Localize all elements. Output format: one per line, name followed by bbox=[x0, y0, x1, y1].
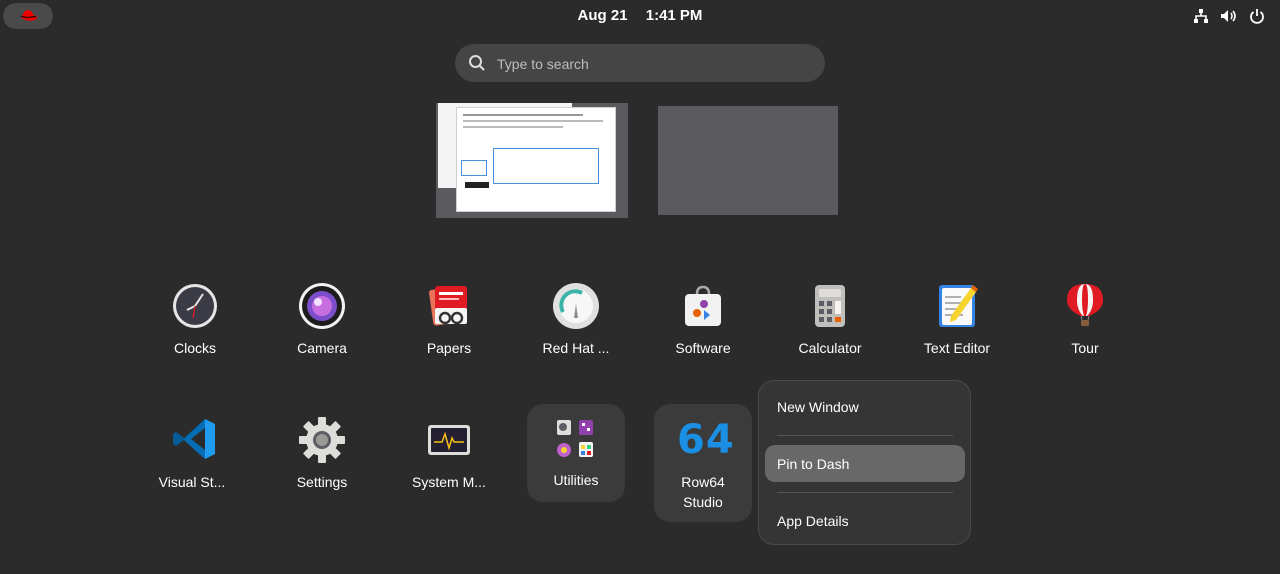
app-label: Settings bbox=[296, 474, 348, 490]
search-icon bbox=[469, 55, 485, 71]
app-calculator[interactable]: Calculator bbox=[778, 282, 882, 382]
app-folder-utilities[interactable]: Utilities bbox=[527, 404, 625, 502]
menu-item-pin-to-dash[interactable]: Pin to Dash bbox=[765, 445, 965, 482]
app-label: Utilities bbox=[553, 472, 599, 488]
app-papers[interactable]: Papers bbox=[397, 282, 501, 382]
software-icon bbox=[679, 282, 727, 330]
menu-separator bbox=[777, 492, 953, 493]
network-icon[interactable] bbox=[1192, 7, 1210, 25]
app-label: Red Hat ... bbox=[542, 340, 610, 356]
app-camera[interactable]: Camera bbox=[270, 282, 374, 382]
app-label: System M... bbox=[412, 474, 486, 490]
app-label: Camera bbox=[297, 340, 347, 356]
app-label-line2: Studio bbox=[683, 494, 723, 510]
papers-icon bbox=[425, 282, 473, 330]
app-label: Tour bbox=[1071, 340, 1099, 356]
app-system-monitor[interactable]: System M... bbox=[397, 416, 501, 516]
settings-icon bbox=[298, 416, 346, 464]
app-context-menu: New Window Pin to Dash App Details bbox=[758, 380, 971, 545]
app-label: Visual St... bbox=[158, 474, 226, 490]
redhat-insights-icon bbox=[552, 282, 600, 330]
top-bar: Aug 21 1:41 PM bbox=[0, 0, 1280, 32]
clock-date: Aug 21 bbox=[577, 7, 628, 24]
system-status-area[interactable] bbox=[1192, 7, 1266, 25]
vscode-icon bbox=[171, 416, 219, 464]
utilities-folder-icon bbox=[554, 418, 598, 462]
text-editor-icon bbox=[933, 282, 981, 330]
power-icon[interactable] bbox=[1248, 7, 1266, 25]
camera-icon bbox=[298, 282, 346, 330]
window-preview[interactable] bbox=[456, 107, 616, 212]
clock[interactable]: Aug 21 1:41 PM bbox=[0, 7, 1280, 24]
app-row64-studio[interactable]: 64 Row64 Studio bbox=[654, 404, 752, 522]
app-visual-studio-code[interactable]: Visual St... bbox=[140, 416, 244, 516]
app-text-editor[interactable]: Text Editor bbox=[905, 282, 1009, 382]
app-clocks[interactable]: Clocks bbox=[143, 282, 247, 382]
app-label: Calculator bbox=[798, 340, 862, 356]
app-redhat-insights[interactable]: Red Hat ... bbox=[524, 282, 628, 382]
workspace-thumbnail-1[interactable] bbox=[436, 103, 628, 218]
calculator-icon bbox=[806, 282, 854, 330]
system-monitor-icon bbox=[425, 416, 473, 464]
search-input[interactable] bbox=[495, 44, 819, 84]
app-tour[interactable]: Tour bbox=[1033, 282, 1137, 382]
menu-item-new-window[interactable]: New Window bbox=[765, 388, 965, 425]
app-label: Row64 Studio bbox=[654, 472, 752, 512]
clocks-icon bbox=[171, 282, 219, 330]
app-settings[interactable]: Settings bbox=[270, 416, 374, 516]
app-label: Text Editor bbox=[923, 340, 991, 356]
tour-icon bbox=[1061, 282, 1109, 330]
volume-icon[interactable] bbox=[1220, 7, 1238, 25]
row64-icon: 64 bbox=[677, 417, 735, 463]
app-software[interactable]: Software bbox=[651, 282, 755, 382]
search-bar[interactable] bbox=[455, 44, 825, 84]
menu-item-app-details[interactable]: App Details bbox=[765, 502, 965, 539]
app-label: Clocks bbox=[173, 340, 216, 356]
menu-separator bbox=[777, 435, 953, 436]
app-label: Papers bbox=[426, 340, 472, 356]
app-label-line1: Row64 bbox=[681, 474, 725, 490]
app-label: Software bbox=[675, 340, 731, 356]
clock-time: 1:41 PM bbox=[645, 7, 703, 24]
workspace-thumbnail-2[interactable] bbox=[658, 106, 838, 215]
